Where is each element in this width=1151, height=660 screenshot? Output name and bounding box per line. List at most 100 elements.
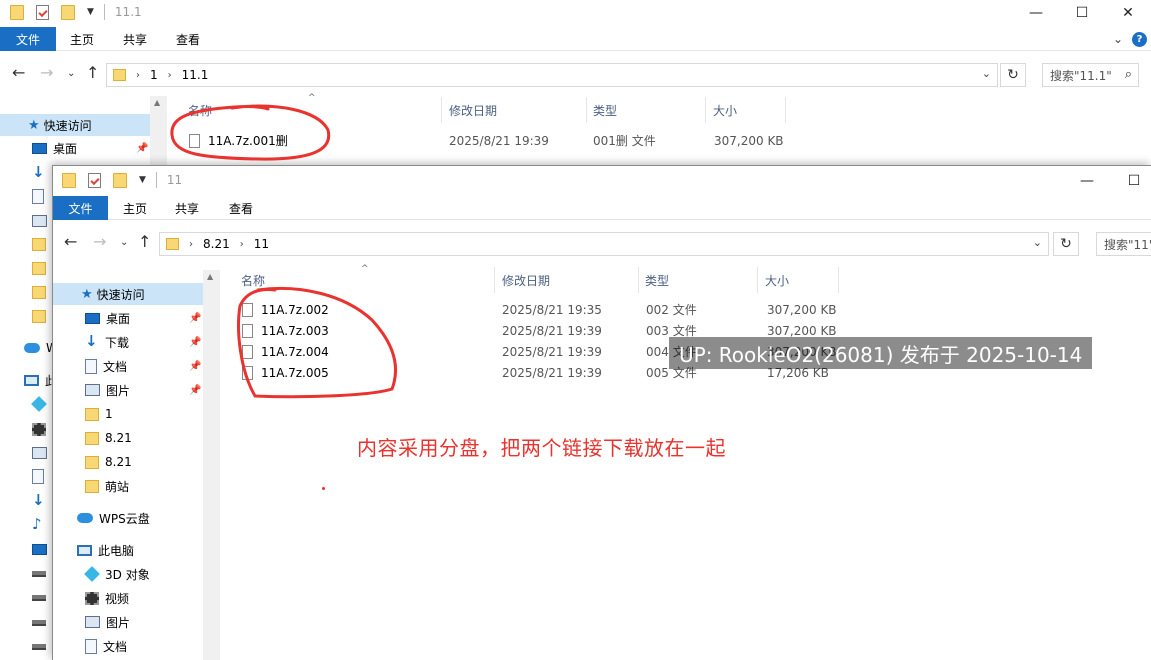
nav-downloads-partial[interactable]: ↓ — [32, 162, 52, 184]
nav-folder-8-21[interactable]: 8.21 — [85, 427, 132, 449]
search-icon[interactable]: ⌕ — [1125, 67, 1132, 82]
maximize-button[interactable]: ☐ — [1059, 0, 1105, 26]
nav-drive-partial[interactable] — [32, 636, 52, 658]
column-divider[interactable] — [705, 97, 706, 123]
nav-3d-partial[interactable] — [31, 393, 52, 415]
tab-share[interactable]: 共享 — [165, 196, 209, 220]
nav-folder-partial[interactable] — [32, 305, 52, 327]
ribbon-collapse-icon[interactable]: ⌄ — [1108, 27, 1128, 51]
nav-folder-partial[interactable] — [32, 281, 52, 303]
nav-desktop[interactable]: 桌面 📌 — [32, 137, 150, 159]
nav-pictures-partial[interactable] — [32, 210, 53, 232]
search-input[interactable]: 搜索"11.1" ⌕ — [1042, 63, 1139, 87]
up-arrow-icon[interactable]: ↑ — [138, 232, 151, 251]
chevron-right-icon[interactable]: › — [136, 70, 140, 81]
pin-icon[interactable]: 📌 — [189, 361, 201, 372]
column-header-type[interactable]: 类型 — [593, 97, 617, 123]
column-divider[interactable] — [441, 97, 442, 123]
column-header-name[interactable]: 名称 — [188, 97, 212, 123]
pin-icon[interactable]: 📌 — [189, 385, 201, 396]
nav-3d-objects[interactable]: 3D 对象 — [84, 563, 150, 585]
recent-locations-icon[interactable]: ⌄ — [67, 68, 75, 79]
minimize-button[interactable]: — — [1064, 168, 1110, 194]
up-arrow-icon[interactable]: ↑ — [86, 63, 99, 82]
address-bar[interactable]: › 8.21 › 11 ⌄ — [159, 232, 1049, 256]
customize-toolbar-icon[interactable]: ▼ — [87, 7, 94, 17]
tab-file[interactable]: 文件 — [0, 27, 56, 51]
column-header-name[interactable]: 名称 — [241, 267, 265, 293]
recent-locations-icon[interactable]: ⌄ — [120, 237, 128, 248]
address-bar[interactable]: › 1 › 11.1 ⌄ — [106, 63, 998, 87]
nav-pictures-partial[interactable] — [32, 442, 53, 464]
chevron-down-icon[interactable]: ⌄ — [1033, 236, 1042, 249]
nav-documents-partial[interactable] — [32, 185, 50, 207]
pin-icon[interactable]: 📌 — [136, 143, 148, 154]
nav-quick-access[interactable]: ★ 快速访问 — [53, 283, 203, 305]
nav-downloads[interactable]: ↓ 下载 📌 — [85, 331, 203, 353]
chevron-down-icon[interactable]: ⌄ — [982, 67, 991, 80]
nav-drive-partial[interactable] — [32, 612, 52, 634]
column-header-modified[interactable]: 修改日期 — [502, 267, 550, 293]
column-header-modified[interactable]: 修改日期 — [449, 97, 497, 123]
nav-music-partial[interactable]: ♪ — [32, 514, 52, 536]
nav-folder-1[interactable]: 1 — [85, 403, 113, 425]
nav-video-partial[interactable] — [32, 418, 52, 440]
file-row[interactable]: 11A.7z.001删 2025/8/21 19:39 001删 文件 307,… — [185, 130, 805, 151]
scroll-up-icon[interactable]: ▲ — [154, 98, 160, 107]
nav-pictures[interactable]: 图片 📌 — [85, 379, 203, 401]
properties-icon[interactable] — [88, 172, 101, 188]
minimize-button[interactable]: — — [1013, 0, 1059, 26]
pin-icon[interactable]: 📌 — [189, 313, 201, 324]
nav-desktop-partial[interactable] — [32, 538, 53, 560]
tab-view[interactable]: 查看 — [219, 196, 263, 220]
refresh-button[interactable]: ↻ — [1000, 63, 1026, 87]
nav-downloads-partial[interactable]: ↓ — [32, 490, 52, 512]
front-nav-scrollbar[interactable]: ▲ — [203, 270, 220, 660]
pin-icon[interactable]: 📌 — [189, 337, 201, 348]
forward-arrow-icon[interactable]: → — [93, 232, 106, 251]
column-header-size[interactable]: 大小 — [765, 267, 789, 293]
breadcrumb-8-21[interactable]: 8.21 — [203, 237, 230, 251]
scroll-up-icon[interactable]: ▲ — [207, 272, 213, 281]
refresh-button[interactable]: ↻ — [1053, 232, 1079, 256]
forward-arrow-icon[interactable]: → — [40, 63, 53, 82]
file-row[interactable]: 11A.7z.002 2025/8/21 19:35 002 文件 307,20… — [238, 299, 858, 320]
chevron-right-icon[interactable]: › — [240, 239, 244, 250]
tab-home[interactable]: 主页 — [60, 27, 104, 51]
tab-view[interactable]: 查看 — [166, 27, 210, 51]
search-input[interactable]: 搜索"11" — [1096, 232, 1151, 256]
column-header-size[interactable]: 大小 — [713, 97, 737, 123]
column-divider[interactable] — [638, 267, 639, 293]
breadcrumb-11[interactable]: 11 — [254, 237, 269, 251]
folder-icon[interactable] — [62, 172, 76, 188]
back-arrow-icon[interactable]: ← — [64, 232, 77, 251]
column-divider[interactable] — [838, 267, 839, 293]
nav-wps-cloud[interactable]: WPS云盘 — [77, 507, 150, 529]
close-button[interactable]: ✕ — [1105, 0, 1151, 26]
column-divider[interactable] — [494, 267, 495, 293]
tab-file[interactable]: 文件 — [53, 196, 108, 220]
folder-icon[interactable] — [10, 4, 24, 20]
properties-icon[interactable] — [36, 4, 49, 20]
column-divider[interactable] — [586, 97, 587, 123]
column-divider[interactable] — [757, 267, 758, 293]
nav-pc-documents[interactable]: 文档 — [85, 635, 127, 657]
nav-pc-pictures[interactable]: 图片 — [85, 611, 130, 633]
new-folder-icon[interactable] — [113, 172, 127, 188]
nav-desktop[interactable]: 桌面 📌 — [85, 307, 203, 329]
column-divider[interactable] — [785, 97, 786, 123]
breadcrumb-1[interactable]: 1 — [150, 68, 158, 82]
nav-drive-partial[interactable] — [32, 563, 52, 585]
nav-folder-8-21[interactable]: 8.21 — [85, 451, 132, 473]
maximize-button[interactable]: ☐ — [1111, 168, 1151, 194]
breadcrumb-11-1[interactable]: 11.1 — [182, 68, 209, 82]
column-header-type[interactable]: 类型 — [645, 267, 669, 293]
nav-folder-mengzhan[interactable]: 萌站 — [85, 475, 129, 497]
nav-documents-partial[interactable] — [32, 465, 50, 487]
nav-documents[interactable]: 文档 📌 — [85, 355, 203, 377]
chevron-right-icon[interactable]: › — [168, 70, 172, 81]
nav-quick-access[interactable]: ★ 快速访问 — [0, 114, 150, 136]
nav-folder-partial[interactable] — [32, 257, 52, 279]
back-arrow-icon[interactable]: ← — [12, 63, 25, 82]
chevron-right-icon[interactable]: › — [189, 239, 193, 250]
